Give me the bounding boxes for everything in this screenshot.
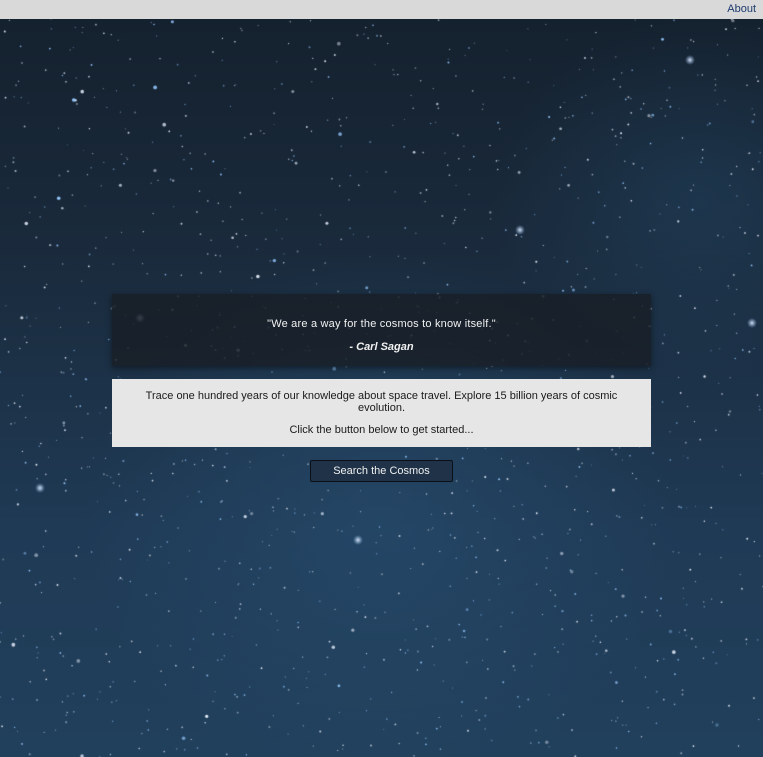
intro-panel: Trace one hundred years of our knowledge…	[112, 379, 651, 447]
intro-description: Trace one hundred years of our knowledge…	[145, 390, 618, 414]
quote-card: "We are a way for the cosmos to know its…	[112, 294, 651, 366]
intro-call-to-action: Click the button below to get started...	[289, 424, 474, 436]
about-link[interactable]: About	[727, 3, 756, 15]
top-navigation-bar: About	[0, 0, 763, 19]
quote-text: "We are a way for the cosmos to know its…	[267, 318, 496, 330]
search-the-cosmos-button[interactable]: Search the Cosmos	[310, 460, 453, 482]
quote-author: - Carl Sagan	[349, 341, 414, 353]
